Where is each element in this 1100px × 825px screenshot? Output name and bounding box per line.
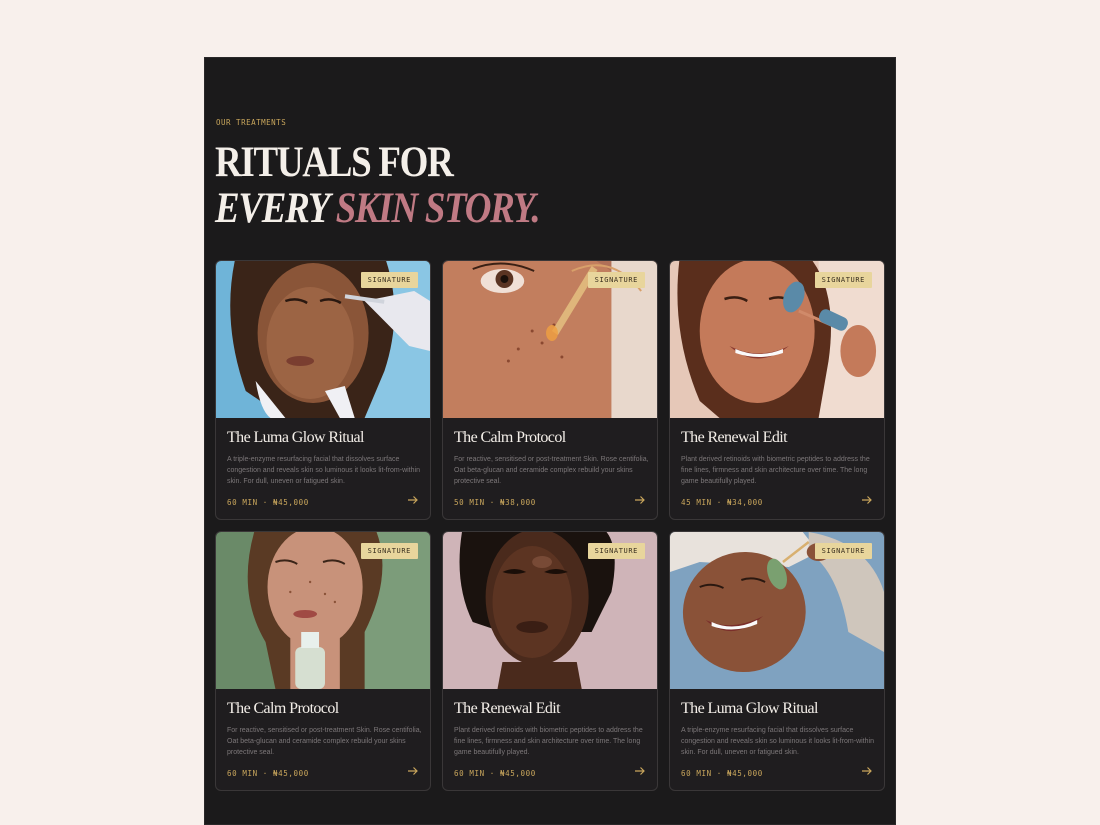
treatment-photo: SIGNATURE xyxy=(670,532,884,689)
treatment-photo: SIGNATURE xyxy=(670,261,884,418)
treatment-grid: SIGNATURE The Luma Glow Ritual A triple-… xyxy=(215,260,885,791)
treatment-card[interactable]: SIGNATURE The Renewal Edit Plant derived… xyxy=(442,531,658,791)
heading-accent: SKIN STORY. xyxy=(335,185,541,232)
signature-badge: SIGNATURE xyxy=(814,543,872,559)
signature-badge: SIGNATURE xyxy=(360,272,418,288)
section-eyebrow: OUR TREATMENTS xyxy=(216,118,287,127)
arrow-right-icon[interactable] xyxy=(634,765,646,777)
treatment-card[interactable]: SIGNATURE The Calm Protocol For reactive… xyxy=(442,260,658,520)
card-duration-price: 60 MIN · ₦45,000 xyxy=(227,769,309,778)
card-title: The Renewal Edit xyxy=(681,429,788,446)
card-description: A triple-enzyme resurfacing facial that … xyxy=(681,727,874,756)
card-description: Plant derived retinoids with biometric p… xyxy=(454,727,643,756)
signature-badge: SIGNATURE xyxy=(587,272,645,288)
section-heading: RITUALS FOR EVERY SKIN STORY. xyxy=(215,139,541,232)
signature-badge: SIGNATURE xyxy=(360,543,418,559)
heading-line-2: EVERY SKIN STORY. xyxy=(215,185,541,232)
signature-badge: SIGNATURE xyxy=(814,272,872,288)
card-title: The Calm Protocol xyxy=(454,429,566,446)
card-description: Plant derived retinoids with biometric p… xyxy=(681,456,870,485)
heading-word-every: EVERY xyxy=(215,185,329,232)
treatment-photo: SIGNATURE xyxy=(443,532,657,689)
arrow-right-icon[interactable] xyxy=(634,494,646,506)
arrow-right-icon[interactable] xyxy=(861,765,873,777)
card-title: The Calm Protocol xyxy=(227,700,339,717)
arrow-right-icon[interactable] xyxy=(407,765,419,777)
arrow-right-icon[interactable] xyxy=(407,494,419,506)
card-title: The Luma Glow Ritual xyxy=(227,429,364,446)
card-duration-price: 45 MIN · ₦34,000 xyxy=(681,498,763,507)
card-description: For reactive, sensitised or post-treatme… xyxy=(454,456,649,485)
card-description: A triple-enzyme resurfacing facial that … xyxy=(227,456,420,485)
treatment-photo: SIGNATURE xyxy=(216,261,430,418)
card-duration-price: 60 MIN · ₦45,000 xyxy=(454,769,536,778)
card-title: The Luma Glow Ritual xyxy=(681,700,818,717)
card-description: For reactive, sensitised or post-treatme… xyxy=(227,727,422,756)
signature-badge: SIGNATURE xyxy=(587,543,645,559)
card-duration-price: 60 MIN · ₦45,000 xyxy=(681,769,763,778)
card-title: The Renewal Edit xyxy=(454,700,561,717)
treatment-photo: SIGNATURE xyxy=(443,261,657,418)
card-duration-price: 50 MIN · ₦38,000 xyxy=(454,498,536,507)
treatment-card[interactable]: SIGNATURE The Calm Protocol For reactive… xyxy=(215,531,431,791)
treatment-card[interactable]: SIGNATURE The Luma Glow Ritual A triple-… xyxy=(215,260,431,520)
treatment-card[interactable]: SIGNATURE The Renewal Edit Plant derived… xyxy=(669,260,885,520)
treatments-section: OUR TREATMENTS RITUALS FOR EVERY SKIN ST… xyxy=(204,57,896,825)
treatment-photo: SIGNATURE xyxy=(216,532,430,689)
heading-line-1: RITUALS FOR xyxy=(215,139,454,186)
card-duration-price: 60 MIN · ₦45,000 xyxy=(227,498,309,507)
treatment-card[interactable]: SIGNATURE The Luma Glow Ritual A triple-… xyxy=(669,531,885,791)
arrow-right-icon[interactable] xyxy=(861,494,873,506)
